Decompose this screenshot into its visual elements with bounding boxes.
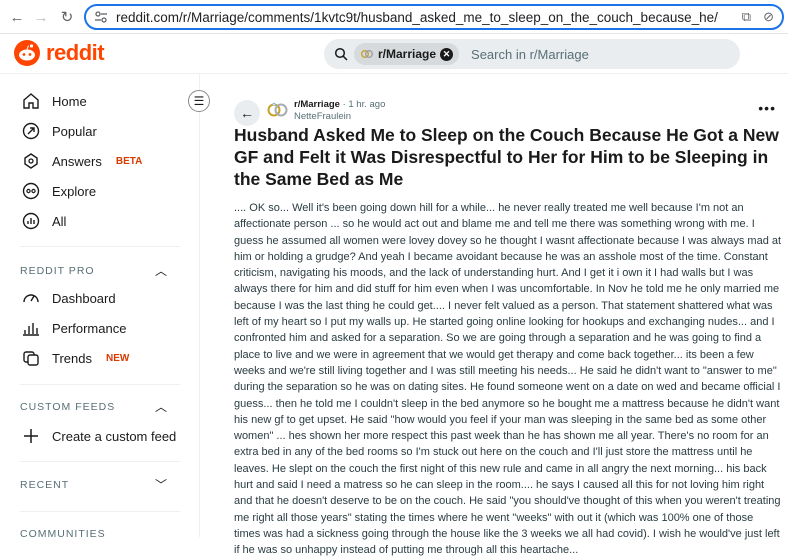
post-author[interactable]: NetteFraulein: [294, 111, 385, 123]
more-options-icon[interactable]: •••: [758, 100, 776, 116]
subreddit-search-chip[interactable]: r/Marriage ✕: [354, 43, 460, 65]
sidebar-item-label: Performance: [52, 320, 127, 336]
sidebar-divider: [20, 246, 180, 247]
popular-icon: [22, 122, 40, 140]
sidebar-item-dashboard[interactable]: Dashboard: [22, 289, 116, 307]
post-meta: r/Marriage · 1 hr. ago NetteFraulein: [294, 99, 385, 123]
search-input[interactable]: Search in r/Marriage: [471, 47, 589, 62]
sidebar-divider: [20, 384, 180, 385]
sidebar-item-label: Trends: [52, 350, 92, 366]
trends-icon: [23, 351, 39, 366]
forward-arrow-icon[interactable]: →: [30, 6, 52, 28]
chevron-up-icon[interactable]: ︿: [155, 398, 167, 415]
rings-icon: [361, 50, 373, 58]
sidebar-item-popular[interactable]: Popular: [22, 122, 97, 140]
sidebar-item-home[interactable]: Home: [22, 92, 87, 110]
reddit-header: reddit r/Marriage ✕ Search in r/Marriage: [0, 34, 788, 74]
sidebar-item-label: Create a custom feed: [52, 428, 177, 444]
post-time: · 1 hr. ago: [342, 99, 386, 110]
back-button[interactable]: ←: [234, 100, 260, 126]
close-icon[interactable]: ✕: [440, 47, 454, 61]
explore-icon: [22, 182, 40, 200]
plus-icon: [24, 429, 38, 443]
sidebar-item-explore[interactable]: Explore: [22, 182, 96, 200]
site-settings-icon[interactable]: [94, 10, 108, 24]
section-title-recent: RECENT: [20, 479, 70, 491]
sidebar-item-label: Home: [52, 93, 87, 109]
reddit-logo[interactable]: reddit: [14, 40, 105, 66]
install-app-icon[interactable]: ⧉: [742, 9, 751, 25]
reload-icon[interactable]: ↻: [56, 6, 78, 28]
sidebar-item-all[interactable]: All: [22, 212, 66, 230]
search-chip-label: r/Marriage: [378, 47, 437, 61]
section-title-reddit-pro: REDDIT PRO: [20, 265, 95, 277]
all-icon: [22, 212, 40, 230]
subreddit-link[interactable]: r/Marriage: [294, 99, 340, 110]
address-bar[interactable]: reddit.com/r/Marriage/comments/1kvtc9t/h…: [84, 4, 784, 30]
sidebar-item-label: Dashboard: [52, 290, 116, 306]
chevron-down-icon[interactable]: ﹀: [155, 476, 167, 493]
bar-chart-icon: [23, 323, 39, 336]
sidebar-item-trends[interactable]: Trends NEW: [22, 349, 129, 367]
section-title-communities: COMMUNITIES: [20, 528, 106, 540]
post-body: .... OK so... Well it's been going down …: [234, 202, 782, 557]
section-title-custom-feeds: CUSTOM FEEDS: [20, 401, 116, 413]
sidebar-divider: [20, 461, 180, 462]
dashboard-icon: [23, 294, 39, 303]
reddit-snoo-icon: [14, 40, 40, 66]
search-bar[interactable]: r/Marriage ✕ Search in r/Marriage: [324, 39, 740, 69]
search-icon: [334, 47, 348, 61]
left-sidebar: Home Popular Answers BETA Explore All RED…: [0, 74, 200, 540]
reddit-wordmark: reddit: [46, 40, 105, 65]
chevron-up-icon[interactable]: ︿: [155, 262, 167, 279]
collapse-sidebar-button[interactable]: ☰: [188, 90, 210, 112]
post-title: Husband Asked Me to Sleep on the Couch B…: [234, 125, 779, 189]
sidebar-item-label: Explore: [52, 183, 97, 199]
sidebar-item-answers[interactable]: Answers BETA: [22, 152, 142, 170]
sidebar-item-label: Answers: [52, 153, 102, 169]
answers-icon: [24, 153, 38, 169]
browser-toolbar: ← → ↻ reddit.com/r/Marriage/comments/1kv…: [0, 0, 788, 34]
sidebar-item-label: Popular: [52, 123, 97, 139]
back-arrow-icon[interactable]: ←: [6, 6, 28, 28]
sidebar-item-label: All: [52, 213, 67, 229]
create-custom-feed-button[interactable]: Create a custom feed: [22, 427, 176, 445]
tracking-protection-icon[interactable]: ⊘: [763, 9, 774, 25]
beta-badge: BETA: [115, 155, 143, 167]
new-badge: NEW: [105, 352, 130, 364]
subreddit-rings-icon[interactable]: [266, 102, 290, 118]
sidebar-item-performance[interactable]: Performance: [22, 319, 126, 337]
url-text: reddit.com/r/Marriage/comments/1kvtc9t/h…: [116, 9, 718, 25]
home-icon: [23, 93, 39, 109]
sidebar-divider: [20, 511, 180, 512]
